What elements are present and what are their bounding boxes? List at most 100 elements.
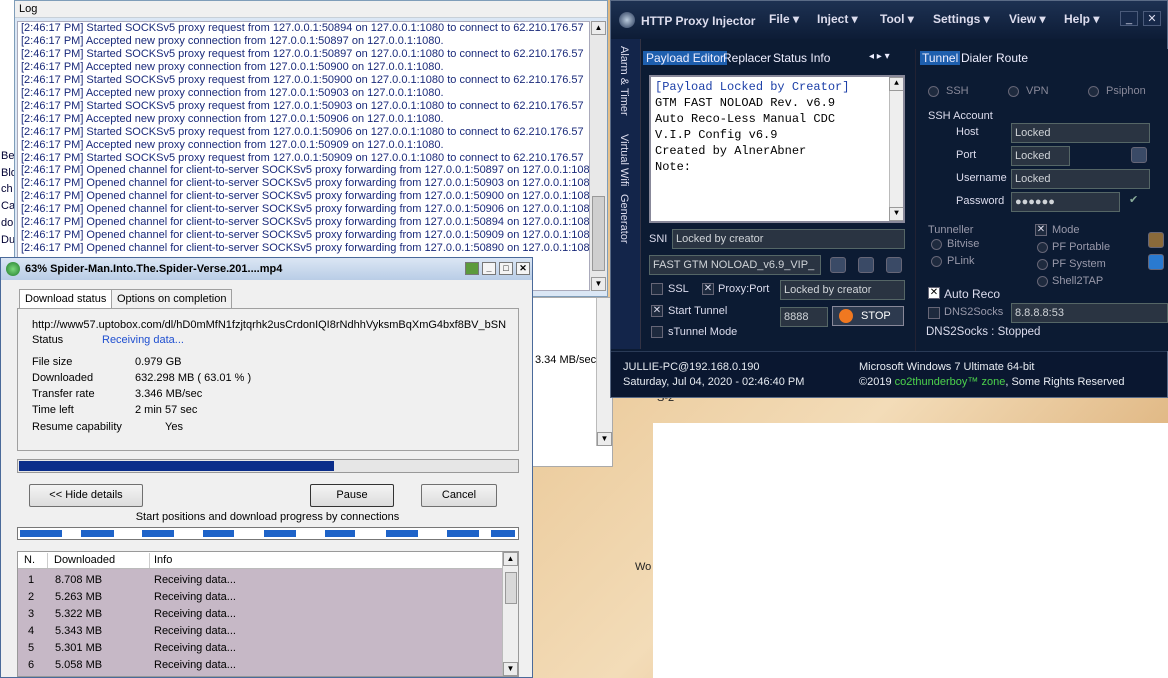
- tab-payload-editor[interactable]: Payload Editor: [643, 51, 728, 65]
- desktop-label: Wo: [635, 561, 652, 573]
- username-input[interactable]: Locked: [1011, 169, 1150, 189]
- tab-download-status[interactable]: Download status: [19, 289, 113, 310]
- column-header[interactable]: N.: [24, 554, 35, 566]
- table-scrollbar[interactable]: ▲ ▼: [502, 552, 518, 676]
- tab-alarm-timer[interactable]: Alarm & Timer: [618, 46, 630, 116]
- connection-segment: [20, 530, 62, 537]
- tab-replacer[interactable]: Replacer: [723, 51, 771, 65]
- scroll-down-icon[interactable]: ▼: [597, 432, 612, 446]
- ssl-checkbox[interactable]: [651, 283, 663, 295]
- dialog-titlebar[interactable]: 63% Spider-Man.Into.The.Spider-Verse.201…: [1, 258, 532, 280]
- tap-icon[interactable]: [1148, 232, 1164, 248]
- log-scrollbar[interactable]: ▲ ▼: [590, 21, 607, 291]
- scroll-up-icon[interactable]: ▲: [503, 552, 518, 566]
- connection-downloaded: 5.322 MB: [55, 608, 103, 620]
- pf-portable-radio[interactable]: [1037, 242, 1048, 253]
- scroll-up-icon[interactable]: ▲: [889, 77, 903, 91]
- close-icon[interactable]: ✕: [516, 262, 530, 275]
- maximize-icon[interactable]: □: [499, 262, 513, 275]
- table-row[interactable]: 5 5.301 MB Receiving data...: [18, 640, 503, 657]
- scroll-down-icon[interactable]: ▼: [591, 277, 606, 291]
- app-icon[interactable]: [465, 262, 479, 275]
- table-row[interactable]: 2 5.263 MB Receiving data...: [18, 589, 503, 606]
- scroll-down-icon[interactable]: ▼: [503, 662, 518, 676]
- auto-reco-checkbox[interactable]: ✕: [928, 287, 940, 299]
- menu-view[interactable]: View ▾: [1009, 12, 1046, 26]
- hide-details-button[interactable]: << Hide details: [29, 484, 143, 507]
- pf-portable-label: PF Portable: [1052, 241, 1111, 253]
- payload-line: GTM FAST NOLOAD Rev. v6.9: [655, 96, 836, 110]
- proxy-input[interactable]: Locked by creator: [780, 280, 905, 300]
- menu-settings[interactable]: Settings ▾: [933, 12, 990, 26]
- pf-system-radio[interactable]: [1037, 259, 1048, 270]
- port-input[interactable]: 8888: [780, 307, 828, 327]
- column-header[interactable]: Downloaded: [54, 554, 115, 566]
- payload-line: V.I.P Config v6.9: [655, 128, 778, 142]
- psiphon-radio[interactable]: [1088, 86, 1099, 97]
- save-icon[interactable]: [858, 257, 874, 273]
- log-line: [2:46:17 PM] Opened channel for client-t…: [21, 203, 590, 217]
- start-tunnel-checkbox[interactable]: ✕: [651, 305, 663, 317]
- scroll-thumb[interactable]: [505, 572, 517, 604]
- scroll-thumb[interactable]: [592, 196, 605, 271]
- import-icon[interactable]: [830, 257, 846, 273]
- scroll-down-icon[interactable]: ▼: [889, 207, 903, 221]
- stunnel-checkbox[interactable]: [651, 326, 663, 338]
- checkmark-icon[interactable]: ✔: [1129, 193, 1138, 206]
- password-input[interactable]: ●●●●●●: [1011, 192, 1120, 212]
- refresh-icon[interactable]: [1148, 254, 1164, 270]
- tab-generator[interactable]: Generator: [618, 194, 630, 244]
- menu-tool[interactable]: Tool ▾: [880, 12, 914, 26]
- pause-button[interactable]: Pause: [310, 484, 394, 507]
- payload-scrollbar[interactable]: ▲ ▼: [889, 77, 903, 221]
- close-icon[interactable]: ✕: [1143, 11, 1161, 26]
- mode-checkbox[interactable]: ✕: [1035, 224, 1047, 236]
- dialog-title: 63% Spider-Man.Into.The.Spider-Verse.201…: [25, 263, 283, 275]
- tab-options-on-completion[interactable]: Options on completion: [111, 289, 233, 309]
- scroll-up-icon[interactable]: ▲: [591, 21, 606, 35]
- payload-editor[interactable]: [Payload Locked by Creator] GTM FAST NOL…: [649, 75, 905, 223]
- dns2socks-checkbox[interactable]: [928, 307, 940, 319]
- minimize-icon[interactable]: _: [482, 262, 496, 275]
- minimize-icon[interactable]: _: [1120, 11, 1138, 26]
- menu-help[interactable]: Help ▾: [1064, 12, 1099, 26]
- table-row[interactable]: 3 5.322 MB Receiving data...: [18, 606, 503, 623]
- log-line: [2:46:17 PM] Opened channel for client-t…: [21, 242, 590, 256]
- dns-input[interactable]: 8.8.8.8:53: [1011, 303, 1168, 323]
- save-icon[interactable]: [1131, 147, 1147, 163]
- tab-status-info[interactable]: Status Info: [773, 51, 830, 65]
- delete-icon[interactable]: [886, 257, 902, 273]
- ssh-radio[interactable]: [928, 86, 939, 97]
- stop-button[interactable]: STOP: [832, 306, 904, 326]
- table-row[interactable]: 4 5.343 MB Receiving data...: [18, 623, 503, 640]
- table-row[interactable]: 6 5.058 MB Receiving data...: [18, 657, 503, 674]
- shell2tap-radio[interactable]: [1037, 276, 1048, 287]
- menu-inject[interactable]: Inject ▾: [817, 12, 858, 26]
- proxy-port-checkbox[interactable]: ✕: [702, 283, 714, 295]
- tab-tunnel[interactable]: Tunnel: [920, 51, 961, 65]
- tab-dialer[interactable]: Dialer: [961, 51, 992, 65]
- config-select[interactable]: FAST GTM NOLOAD_v6.9_VIP_: [649, 255, 821, 275]
- copyright-link[interactable]: co2thunderboy™ zone: [895, 376, 1006, 388]
- dns2socks-label: DNS2Socks: [944, 306, 1004, 318]
- sni-input[interactable]: Locked by creator: [672, 229, 905, 249]
- cancel-button[interactable]: Cancel: [421, 484, 497, 507]
- log-line: [2:46:17 PM] Opened channel for client-t…: [21, 190, 590, 204]
- vpn-radio[interactable]: [1008, 86, 1019, 97]
- column-divider: [47, 553, 48, 568]
- connections-table[interactable]: N. Downloaded Info 1 8.708 MB Receiving da…: [17, 551, 519, 677]
- table-row[interactable]: 1 8.708 MB Receiving data...: [18, 572, 503, 589]
- hpi-titlebar[interactable]: HTTP Proxy Injector File ▾ Inject ▾ Tool…: [611, 1, 1167, 39]
- host-input[interactable]: Locked: [1011, 123, 1150, 143]
- ssh-port-input[interactable]: Locked: [1011, 146, 1070, 166]
- menu-file[interactable]: File ▾: [769, 12, 799, 26]
- column-header[interactable]: Info: [154, 554, 172, 566]
- speed-text: 3.34 MB/sec: [535, 354, 597, 366]
- log-text-area[interactable]: [2:46:17 PM] Started SOCKSv5 proxy reque…: [17, 21, 590, 291]
- tab-virtual-wifi[interactable]: Virtual Wifi: [618, 134, 630, 186]
- plink-radio[interactable]: [931, 256, 942, 267]
- os-info: Microsoft Windows 7 Ultimate 64-bit: [859, 361, 1035, 373]
- tab-route[interactable]: Route: [996, 51, 1028, 65]
- tab-arrows-icon[interactable]: ◂ ▸ ▾: [869, 51, 890, 62]
- bitvise-radio[interactable]: [931, 239, 942, 250]
